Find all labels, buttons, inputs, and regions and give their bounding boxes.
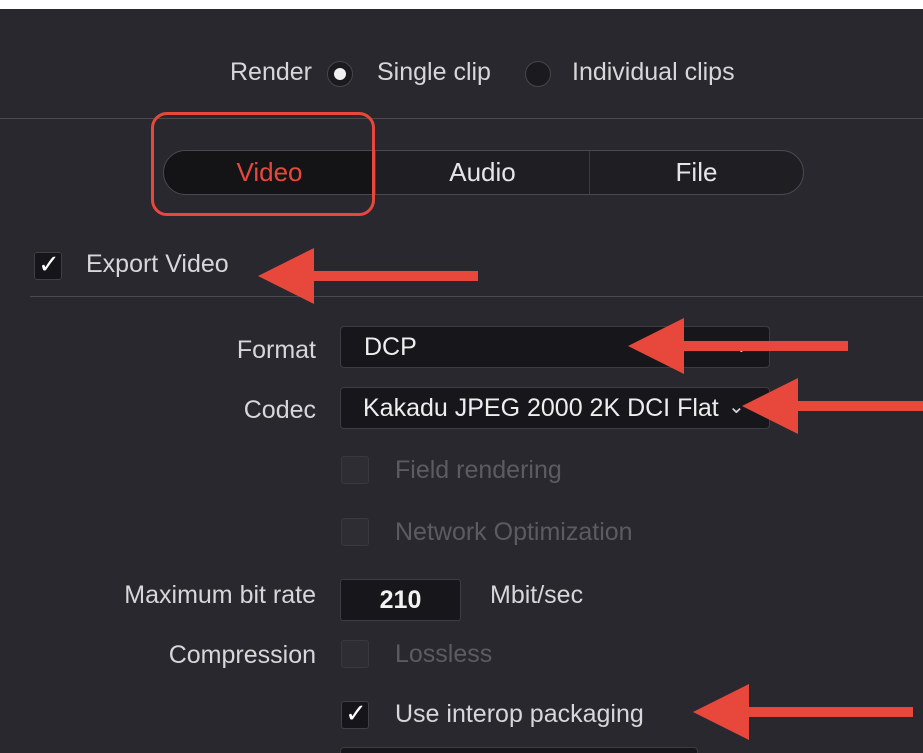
field-rendering-label: Field rendering	[395, 456, 562, 484]
arrow-head	[258, 248, 314, 304]
radio-selected-dot	[334, 68, 346, 80]
tab-audio[interactable]: Audio	[375, 151, 589, 194]
arrow-shaft	[796, 401, 923, 411]
individual-clips-label[interactable]: Individual clips	[572, 57, 735, 87]
section-divider	[0, 118, 923, 119]
render-settings-panel: Render Single clip Individual clips Vide…	[0, 9, 923, 753]
checkmark-icon: ✓	[345, 699, 367, 729]
interop-checkbox[interactable]: ✓	[341, 699, 369, 729]
compression-label: Compression	[168, 641, 316, 669]
video-tab-highlight	[151, 112, 375, 216]
field-rendering-checkbox[interactable]	[341, 456, 369, 484]
single-clip-radio[interactable]	[327, 61, 353, 87]
render-label: Render	[230, 58, 312, 86]
format-value: DCP	[364, 333, 417, 361]
max-bit-rate-input[interactable]: 210	[340, 579, 461, 621]
arrow-head	[742, 378, 798, 434]
bit-rate-unit: Mbit/sec	[490, 581, 584, 609]
max-bit-rate-label: Maximum bit rate	[124, 581, 316, 609]
lossless-label: Lossless	[395, 640, 493, 668]
lossless-checkbox[interactable]	[341, 640, 369, 668]
export-video-checkbox[interactable]: ✓	[34, 250, 62, 280]
arrow-shaft	[747, 707, 913, 717]
arrow-format	[628, 318, 848, 374]
arrow-head	[693, 684, 749, 740]
tab-file[interactable]: File	[589, 151, 803, 194]
individual-clips-radio[interactable]	[525, 61, 551, 87]
single-clip-label[interactable]: Single clip	[377, 57, 491, 87]
max-bit-rate-value: 210	[379, 586, 422, 614]
codec-label: Codec	[243, 396, 316, 424]
arrow-head	[628, 318, 684, 374]
network-optimization-label: Network Optimization	[395, 518, 633, 546]
arrow-shaft	[312, 271, 478, 281]
format-label: Format	[236, 336, 316, 364]
arrow-shaft	[682, 341, 848, 351]
codec-dropdown[interactable]: Kakadu JPEG 2000 2K DCI Flat ⌄	[340, 387, 770, 429]
network-optimization-checkbox[interactable]	[341, 518, 369, 546]
interop-label[interactable]: Use interop packaging	[395, 699, 644, 729]
bottom-field-partial[interactable]	[340, 747, 698, 753]
checkmark-icon: ✓	[38, 250, 60, 280]
arrow-codec	[742, 378, 923, 434]
arrow-export-video	[258, 248, 478, 304]
arrow-interop	[693, 684, 913, 740]
export-video-label[interactable]: Export Video	[86, 249, 229, 279]
codec-value: Kakadu JPEG 2000 2K DCI Flat	[363, 394, 719, 422]
